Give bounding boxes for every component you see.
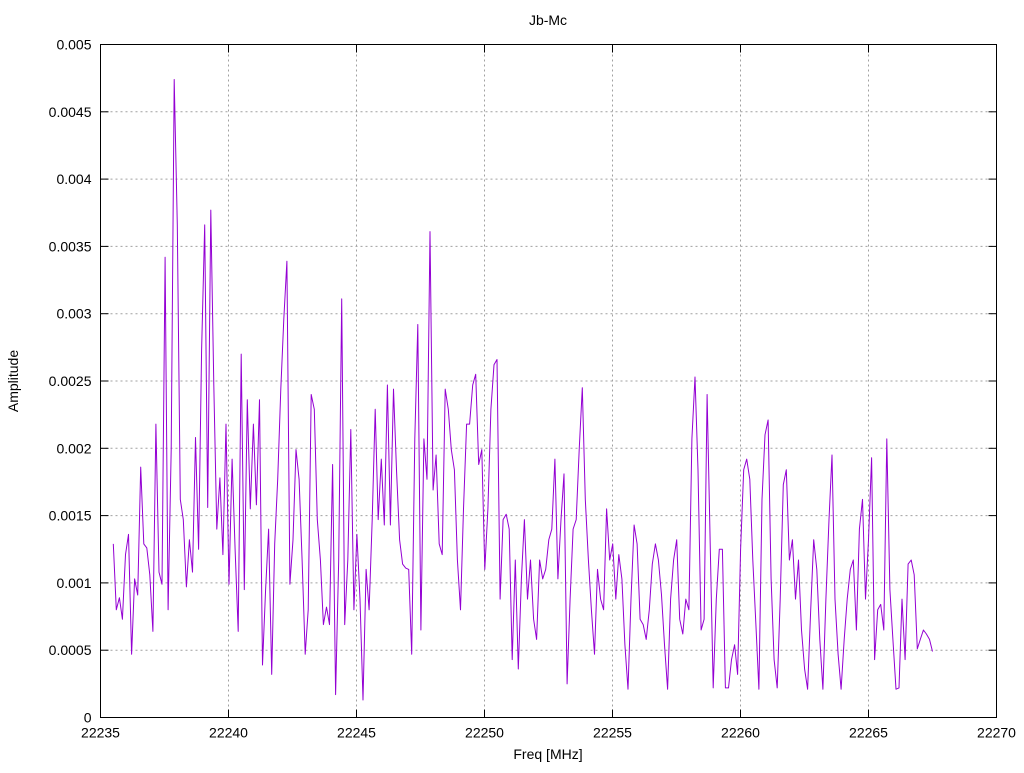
y-tick-label: 0.003 — [56, 306, 91, 322]
y-tick-labels: 0 0.0005 0.001 0.0015 0.002 0.0025 0.003 0.0035… — [49, 37, 92, 726]
x-axis-label: Freq [MHz] — [513, 746, 582, 762]
y-tick-label: 0.005 — [56, 37, 91, 53]
y-tick-label: 0 — [84, 710, 92, 726]
y-tick-label: 0.001 — [56, 575, 91, 591]
series-line-jb-mc — [112, 79, 933, 701]
y-tick-label: 0.0015 — [49, 508, 92, 524]
y-tick-label: 0.0045 — [49, 104, 92, 120]
x-tick-label: 22255 — [593, 725, 632, 741]
x-tick-label: 22265 — [849, 725, 888, 741]
x-tick-label: 22260 — [721, 725, 760, 741]
y-tick-label: 0.004 — [56, 171, 91, 187]
y-tick-label: 0.0025 — [49, 373, 92, 389]
x-tick-label: 22270 — [977, 725, 1016, 741]
x-tick-labels: 22235 22240 22245 22250 22255 22260 22265 22270 — [81, 725, 1016, 741]
y-tick-label: 0.002 — [56, 440, 91, 456]
y-tick-label: 0.0035 — [49, 238, 92, 254]
x-tick-label: 22235 — [81, 725, 120, 741]
chart-title: Jb-Mc — [529, 12, 567, 28]
grid-lines — [100, 44, 997, 718]
x-tick-label: 22245 — [337, 725, 376, 741]
y-axis-label: Amplitude — [5, 350, 21, 412]
y-tick-label: 0.0005 — [49, 642, 92, 658]
x-tick-label: 22250 — [465, 725, 504, 741]
chart: 22235 22240 22245 22250 22255 22260 22265 22270… — [5, 12, 1016, 762]
x-tick-label: 22240 — [209, 725, 248, 741]
